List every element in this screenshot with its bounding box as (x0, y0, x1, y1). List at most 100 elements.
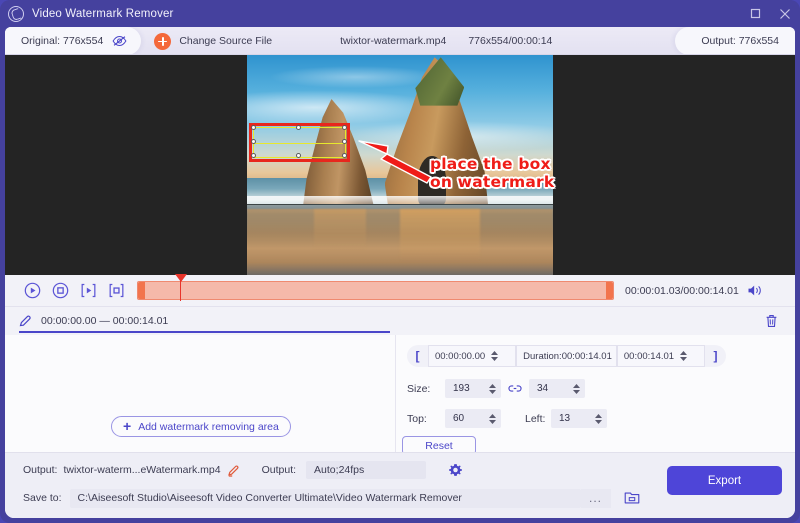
add-watermark-removing-area-button[interactable]: + Add watermark removing area (111, 416, 291, 437)
reflection-small-rock (314, 209, 367, 258)
properties-pane: [ 00:00:00.00 Duration:00:00:14.01 00:00… (396, 335, 795, 455)
bracket-play-icon[interactable] (80, 282, 97, 299)
output-format-text: Auto;24fps (314, 464, 365, 476)
app-window: Video Watermark Remover Original: 776x55… (0, 0, 800, 523)
add-area-label: Add watermark removing area (138, 420, 279, 433)
gear-icon[interactable] (448, 463, 463, 478)
end-time-stepper[interactable] (679, 350, 688, 362)
browse-button[interactable]: ... (580, 488, 611, 508)
start-time-field[interactable]: 00:00:00.00 (427, 345, 517, 367)
change-source-file-button[interactable]: Change Source File (179, 35, 272, 47)
segment-progress-bar (19, 330, 390, 333)
output-name-label: Output: (23, 464, 58, 476)
maximize-icon[interactable] (740, 0, 770, 27)
resize-handle-middle-right[interactable] (342, 139, 347, 144)
timeline-trim-track[interactable] (137, 274, 614, 301)
source-file-name: twixtor-watermark.mp4 (340, 35, 447, 47)
left-stepper[interactable] (594, 413, 603, 425)
editor-main-area: + Add watermark removing area [ 00:00:00… (5, 335, 795, 455)
end-time-value: 00:00:14.01 (623, 350, 675, 362)
pen-icon[interactable] (18, 314, 32, 328)
playhead-marker[interactable] (173, 274, 190, 301)
start-time-value: 00:00:00.00 (434, 350, 486, 362)
resize-handle-bottom-left[interactable] (251, 153, 256, 158)
trim-handle-start[interactable] (138, 282, 145, 299)
duration-field: Duration:00:00:14.01 (516, 345, 617, 367)
chain-link-icon[interactable] (508, 384, 522, 393)
trim-handle-end[interactable] (606, 282, 613, 299)
original-info-pill: Original: 776x554 (5, 27, 142, 55)
resize-handle-bottom-right[interactable] (342, 153, 347, 158)
save-path-value: C:\Aiseesoft Studio\Aiseesoft Video Conv… (77, 492, 462, 504)
resize-handle-middle-left[interactable] (251, 139, 256, 144)
reflection-large-rock (400, 209, 480, 271)
close-icon[interactable] (770, 0, 800, 27)
trash-icon[interactable] (765, 314, 778, 328)
trim-time-group: [ 00:00:00.00 Duration:00:00:14.01 00:00… (407, 345, 726, 367)
watermark-area-list-pane: + Add watermark removing area (5, 335, 396, 452)
size-width-field[interactable]: 193 (445, 379, 501, 398)
play-circle-icon[interactable] (24, 282, 41, 299)
resize-handle-top-right[interactable] (342, 125, 347, 130)
save-path-field[interactable]: C:\Aiseesoft Studio\Aiseesoft Video Conv… (69, 488, 581, 508)
main-panel: Original: 776x554 Change Source File twi… (5, 27, 795, 518)
folder-icon[interactable] (624, 491, 640, 505)
pencil-icon[interactable] (227, 464, 240, 477)
size-width-stepper[interactable] (488, 383, 497, 395)
source-info-bar: Original: 776x554 Change Source File twi… (5, 27, 795, 55)
source-resolution-duration: 776x554/00:00:14 (468, 35, 553, 47)
cloud-decor (271, 66, 440, 88)
speaker-icon[interactable] (747, 284, 763, 297)
annotation-line-1: place the box (430, 155, 551, 173)
playback-controls (24, 282, 125, 299)
eye-slash-icon[interactable] (112, 35, 127, 47)
resize-handle-top-center[interactable] (296, 125, 301, 130)
left-value: 13 (559, 413, 571, 424)
annotation-text: place the box on watermark (430, 155, 554, 191)
size-row: Size: 193 34 (407, 379, 585, 398)
video-preview-area: place the box on watermark (5, 55, 795, 275)
window-title: Video Watermark Remover (32, 7, 174, 20)
top-value: 60 (453, 413, 465, 424)
output-row: Output: twixtor-waterm...eWatermark.mp4 … (23, 458, 463, 482)
output-file-name: twixtor-waterm...eWatermark.mp4 (63, 464, 221, 476)
save-path-row: Save to: C:\Aiseesoft Studio\Aiseesoft V… (23, 486, 640, 510)
original-resolution-label: Original: 776x554 (21, 35, 104, 47)
plus-circle-icon[interactable] (154, 32, 172, 50)
bracket-stop-icon[interactable] (108, 282, 125, 299)
bracket-left-icon: [ (415, 349, 420, 363)
segment-time-range: 00:00:00.00 — 00:00:14.01 (41, 315, 169, 327)
output-format-label: Output: (261, 464, 297, 476)
size-width-value: 193 (453, 383, 470, 394)
top-label: Top: (407, 412, 427, 425)
resize-handle-top-left[interactable] (251, 125, 256, 130)
stop-circle-icon[interactable] (52, 282, 69, 299)
duration-value: Duration:00:00:14.01 (523, 350, 612, 362)
bottom-bar: Output: twixtor-waterm...eWatermark.mp4 … (5, 452, 795, 518)
save-to-label: Save to: (23, 492, 62, 504)
time-readout: 00:00:01.03/00:00:14.01 (625, 284, 739, 297)
plus-icon: + (123, 418, 132, 434)
playback-bar: 00:00:01.03/00:00:14.01 (5, 274, 795, 307)
size-height-field[interactable]: 34 (529, 379, 585, 398)
segment-row: 00:00:00.00 — 00:00:14.01 (5, 307, 795, 335)
output-format-value[interactable]: Auto;24fps (306, 461, 427, 479)
bracket-right-icon: ] (713, 349, 718, 363)
left-label: Left: (525, 412, 546, 425)
resize-handle-bottom-center[interactable] (296, 153, 301, 158)
output-info-pill: Output: 776x554 (675, 27, 795, 55)
left-field[interactable]: 13 (551, 409, 607, 428)
end-time-field[interactable]: 00:00:14.01 (616, 345, 706, 367)
app-logo-icon (8, 5, 24, 22)
size-height-value: 34 (537, 383, 549, 394)
title-bar: Video Watermark Remover (0, 0, 800, 27)
size-label: Size: (407, 382, 431, 395)
export-button[interactable]: Export (667, 466, 782, 495)
top-stepper[interactable] (488, 413, 497, 425)
start-time-stepper[interactable] (490, 350, 499, 362)
watermark-selection-box[interactable] (251, 125, 347, 158)
top-field[interactable]: 60 (445, 409, 501, 428)
selection-mid-line (254, 142, 345, 144)
position-row: Top: 60 Left: 13 (407, 409, 607, 428)
size-height-stepper[interactable] (572, 383, 581, 395)
